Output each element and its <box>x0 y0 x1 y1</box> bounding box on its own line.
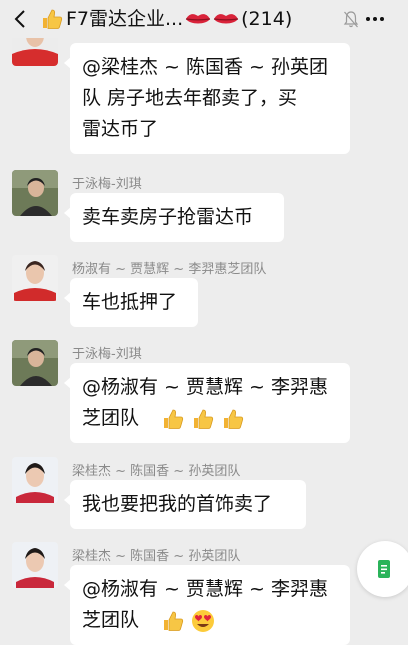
sender-name: 梁桂杰 ~ 陈国香 ~ 孙英团队 <box>72 464 241 479</box>
avatar[interactable] <box>12 542 58 588</box>
message-text: @杨淑有 ~ 贾慧辉 ~ 李羿惠 <box>82 578 328 600</box>
member-count: (214) <box>241 8 293 30</box>
avatar[interactable] <box>12 255 58 301</box>
message-text: 雷达币了 <box>82 118 159 140</box>
avatar[interactable] <box>12 340 58 386</box>
message-text: 芝团队 <box>82 609 140 631</box>
message-text: 卖车卖房子抢雷达币 <box>82 206 254 228</box>
heart-eyes-icon <box>192 609 215 632</box>
message-text: 我也要把我的首饰卖了 <box>82 493 273 515</box>
message-text: 队 房子地去年都卖了，买 <box>82 87 298 109</box>
avatar[interactable] <box>12 170 58 216</box>
message-text: @杨淑有 ~ 贾慧辉 ~ 李羿惠 <box>82 376 328 398</box>
thumbs-up-icon <box>164 409 184 429</box>
message-bubble[interactable]: 卖车卖房子抢雷达币 <box>64 193 284 242</box>
lips-icon <box>186 14 211 24</box>
sender-name: 于泳梅-刘琪 <box>72 177 142 192</box>
sender-name: 杨淑有 ~ 贾慧辉 ~ 李羿惠芝团队 <box>72 262 267 277</box>
thumbs-up-icon <box>224 409 244 429</box>
thumbs-up-icon <box>164 611 184 631</box>
message-text: 车也抵押了 <box>82 291 178 313</box>
more-icon[interactable] <box>364 9 386 29</box>
thumbs-up-icon <box>43 9 63 29</box>
avatar[interactable] <box>12 457 58 503</box>
message-bubble[interactable]: @杨淑有 ~ 贾慧辉 ~ 李羿惠 芝团队 <box>64 565 350 645</box>
chat-title-text: F7雷达企业... <box>66 8 184 30</box>
message-bubble[interactable]: @杨淑有 ~ 贾慧辉 ~ 李羿惠 芝团队 <box>64 363 350 443</box>
sender-name: 于泳梅-刘琪 <box>72 347 142 362</box>
message-text: 芝团队 <box>82 407 140 429</box>
message-text: @梁桂杰 ~ 陈国香 ~ 孙英团 <box>82 56 328 78</box>
message-line: 芝团队 <box>82 403 338 434</box>
message-bubble[interactable]: @梁桂杰 ~ 陈国香 ~ 孙英团 队 房子地去年都卖了，买 雷达币了 <box>64 43 350 154</box>
chat-title: F7雷达企业... (214) <box>40 7 292 31</box>
thumbs-up-icon <box>194 409 214 429</box>
document-icon <box>378 560 390 578</box>
floating-action-button[interactable] <box>357 541 408 597</box>
chat-header: F7雷达企业... (214) <box>0 0 408 38</box>
message-line: 芝团队 <box>82 605 338 636</box>
lips-icon <box>214 14 239 24</box>
back-arrow-icon[interactable] <box>10 8 32 30</box>
message-bubble[interactable]: 我也要把我的首饰卖了 <box>64 480 306 529</box>
sender-name: 梁桂杰 ~ 陈国香 ~ 孙英团队 <box>72 549 241 564</box>
mute-bell-icon <box>343 11 359 28</box>
message-bubble[interactable]: 车也抵押了 <box>64 278 198 327</box>
